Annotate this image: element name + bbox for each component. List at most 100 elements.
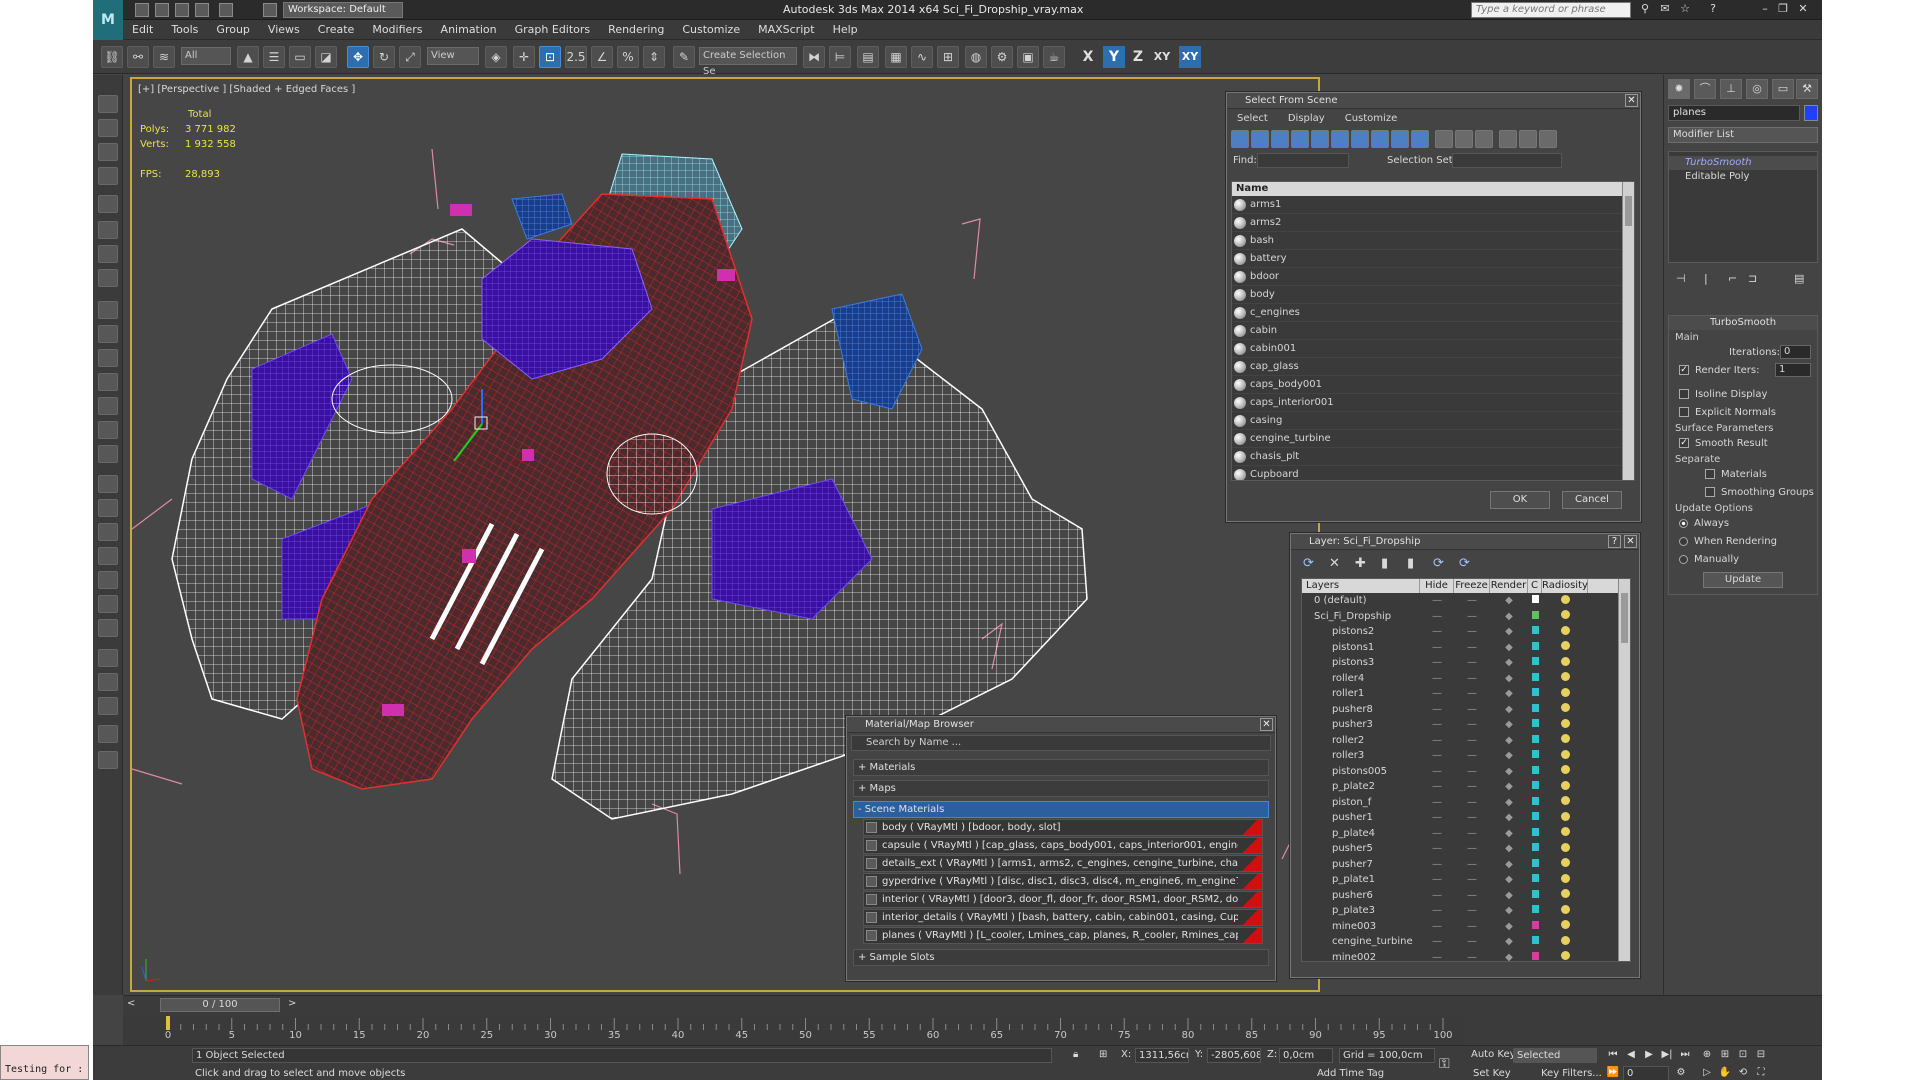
curve-editor-icon[interactable]: ∿	[911, 46, 933, 68]
object-name-field[interactable]: planes	[1668, 105, 1800, 121]
modify-tab-icon[interactable]: ⌒	[1694, 79, 1716, 99]
list-item[interactable]: Cupboard	[1232, 466, 1624, 480]
radiosity-lamp-icon[interactable]	[1560, 656, 1570, 666]
display-invert-icon[interactable]	[1475, 130, 1493, 148]
rendered-frame-window-icon[interactable]: ▣	[1017, 46, 1039, 68]
tool-icon-18[interactable]	[98, 523, 118, 541]
render-toggle[interactable]: ◆	[1490, 890, 1528, 901]
layer-name[interactable]: p_plate3	[1302, 905, 1420, 916]
hide-toggle[interactable]: —	[1420, 828, 1454, 839]
render-toggle[interactable]: ◆	[1490, 750, 1528, 761]
mmb-search-input[interactable]: Search by Name ...	[851, 735, 1271, 751]
pan-icon[interactable]: ✋	[1717, 1066, 1733, 1080]
render-toggle[interactable]: ◆	[1490, 626, 1528, 637]
spinner-snap-icon[interactable]: ⇕	[643, 46, 665, 68]
help-icon[interactable]: ?	[1608, 535, 1621, 548]
minimize-icon[interactable]: –	[1759, 3, 1771, 15]
layer-name[interactable]: 0 (default)	[1302, 595, 1420, 606]
explicit-normals-checkbox[interactable]	[1679, 407, 1689, 417]
layer-color-swatch[interactable]	[1531, 827, 1539, 836]
scene-materials-section[interactable]: - Scene Materials	[853, 801, 1269, 818]
freeze-toggle[interactable]: —	[1454, 719, 1490, 730]
render-toggle[interactable]: ◆	[1490, 828, 1528, 839]
tool-icon-4[interactable]	[98, 167, 118, 185]
layer-color-swatch[interactable]	[1531, 641, 1539, 650]
filter-cameras-icon[interactable]	[1291, 130, 1309, 148]
radiosity-lamp-icon[interactable]	[1560, 780, 1570, 790]
key-icon[interactable]: ⚿	[1439, 1056, 1450, 1072]
update-button[interactable]: Update	[1703, 572, 1783, 588]
tool-icon-3[interactable]	[98, 143, 118, 161]
layer-row[interactable]: cengine_turbine — — ◆	[1302, 934, 1630, 950]
col-layers[interactable]: Layers	[1302, 579, 1420, 593]
layer-color-swatch[interactable]	[1531, 750, 1539, 759]
radiosity-lamp-icon[interactable]	[1560, 827, 1570, 837]
freeze-toggle[interactable]: —	[1454, 595, 1490, 606]
add-to-layer-icon[interactable]: ✚	[1355, 556, 1366, 571]
z-coordinate-field[interactable]: 0,0cm	[1279, 1048, 1333, 1063]
smoothing-groups-checkbox[interactable]	[1705, 487, 1715, 497]
freeze-toggle[interactable]: —	[1454, 828, 1490, 839]
hide-toggle[interactable]: —	[1420, 704, 1454, 715]
stack-item-turbosmooth[interactable]: TurboSmooth	[1669, 156, 1817, 170]
layer-row[interactable]: pistons3— — ◆	[1302, 655, 1630, 671]
graphite-tools-icon[interactable]: ▦	[885, 46, 907, 68]
pin-stack-icon[interactable]: ⊣	[1676, 272, 1686, 285]
hide-toggle[interactable]: —	[1420, 797, 1454, 808]
render-iters-spinner[interactable]: 1	[1775, 363, 1811, 377]
hide-toggle[interactable]: —	[1420, 626, 1454, 637]
tool-icon-20[interactable]	[98, 571, 118, 589]
bind-spacewarp-icon[interactable]: ≋	[153, 46, 175, 68]
layer-row[interactable]: pistons1— — ◆	[1302, 640, 1630, 656]
list-item[interactable]: cengine_turbine	[1232, 430, 1624, 448]
render-toggle[interactable]: ◆	[1490, 781, 1528, 792]
close-icon[interactable]: ✕	[1260, 718, 1273, 731]
layer-row[interactable]: roller4— — ◆	[1302, 671, 1630, 687]
tool-icon-1[interactable]	[98, 95, 118, 113]
new-file-icon[interactable]	[135, 3, 149, 17]
hide-toggle[interactable]: —	[1420, 595, 1454, 606]
sfs-menu-customize[interactable]: Customize	[1335, 113, 1408, 124]
menu-create[interactable]: Create	[309, 23, 364, 36]
left-dome-mesh[interactable]	[331, 364, 453, 434]
sfs-menu-display[interactable]: Display	[1278, 113, 1335, 124]
layer-color-swatch[interactable]	[1531, 796, 1539, 805]
configure-modifier-sets-icon[interactable]: ▤	[1794, 272, 1804, 285]
tool-icon-19[interactable]	[98, 547, 118, 565]
favorites-star-icon[interactable]: ☆	[1679, 3, 1691, 15]
menu-edit[interactable]: Edit	[123, 23, 162, 36]
render-iters-checkbox[interactable]: ✓	[1679, 365, 1689, 375]
layer-name[interactable]: pusher3	[1302, 719, 1420, 730]
key-filters-button[interactable]: Key Filters...	[1541, 1068, 1602, 1079]
layer-name[interactable]: Sci_Fi_Dropship	[1302, 611, 1420, 622]
turbosmooth-rollout-title[interactable]: TurboSmooth	[1669, 316, 1817, 330]
always-radio[interactable]	[1679, 518, 1688, 528]
layer-color-swatch[interactable]	[1531, 889, 1539, 898]
layer-row[interactable]: pusher8— — ◆	[1302, 702, 1630, 718]
layer-color-swatch[interactable]	[1531, 920, 1539, 929]
layer-color-swatch[interactable]	[1531, 672, 1539, 681]
close-window-icon[interactable]: ✕	[1797, 3, 1809, 15]
layer-color-swatch[interactable]	[1531, 657, 1539, 666]
layer-color-swatch[interactable]	[1531, 734, 1539, 743]
tool-icon-16[interactable]	[98, 475, 118, 493]
filter-lights-icon[interactable]	[1271, 130, 1289, 148]
freeze-toggle[interactable]: —	[1454, 874, 1490, 885]
layer-name[interactable]: p_plate2	[1302, 781, 1420, 792]
tool-icon-6[interactable]	[98, 221, 118, 239]
delete-layer-icon[interactable]: ✕	[1329, 556, 1340, 571]
freeze-toggle[interactable]: —	[1454, 688, 1490, 699]
layer-row[interactable]: p_plate2— — ◆	[1302, 779, 1630, 795]
selection-filter-dropdown[interactable]: All	[181, 47, 231, 65]
snaps-toggle-icon[interactable]: 2.5	[565, 46, 587, 68]
go-to-start-icon[interactable]: ⏮	[1605, 1048, 1621, 1062]
list-item[interactable]: battery	[1232, 250, 1624, 268]
hierarchy-tab-icon[interactable]: ⊥	[1720, 79, 1742, 99]
close-icon[interactable]: ✕	[1624, 535, 1637, 548]
layer-table[interactable]: Layers Hide Freeze Render C Radiosity 0 …	[1301, 578, 1631, 962]
layer-row[interactable]: pusher3— — ◆	[1302, 717, 1630, 733]
name-column-header[interactable]: Name	[1232, 182, 1624, 196]
filter-xrefs-icon[interactable]	[1371, 130, 1389, 148]
go-to-end-icon[interactable]: ⏭	[1677, 1048, 1693, 1062]
iterations-spinner[interactable]: 0	[1780, 345, 1811, 359]
